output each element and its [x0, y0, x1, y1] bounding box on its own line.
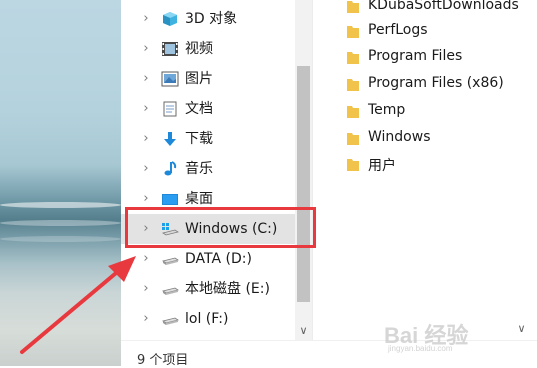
- nav-item-label: 桌面: [185, 191, 213, 207]
- nav-item-music[interactable]: › 音乐: [121, 154, 296, 184]
- folder-icon: [347, 23, 359, 38]
- nav-item-downloads[interactable]: › 下载: [121, 124, 296, 154]
- nav-scrollbar-thumb[interactable]: [297, 66, 310, 302]
- nav-item-data-d[interactable]: › DATA (D:): [121, 244, 296, 274]
- folder-icon: [347, 130, 359, 145]
- nav-item-local-disk-e[interactable]: › 本地磁盘 (E:): [121, 274, 296, 304]
- navigation-pane: › 3D 对象 › 视频 › 图片 › 文档 › 下载 › 音乐 › 桌面 › …: [121, 0, 312, 340]
- scroll-down-arrow-icon[interactable]: ∨: [295, 322, 312, 339]
- folder-name: Program Files: [368, 48, 463, 64]
- nav-item-label: Windows (C:): [185, 221, 278, 237]
- folder-icon: [347, 49, 359, 64]
- nav-item-label: 下载: [185, 131, 213, 147]
- nav-item-pictures[interactable]: › 图片: [121, 64, 296, 94]
- folder-icon: [347, 156, 359, 171]
- scroll-down-arrow-icon[interactable]: ∨: [513, 320, 530, 337]
- drive-icon: [161, 251, 179, 267]
- file-explorer-window: › 3D 对象 › 视频 › 图片 › 文档 › 下载 › 音乐 › 桌面 › …: [121, 0, 537, 368]
- 3d-objects-icon: [161, 11, 179, 27]
- status-bar: 9 个项目: [121, 340, 537, 368]
- chevron-right-icon[interactable]: ›: [139, 132, 153, 146]
- chevron-right-icon[interactable]: ›: [139, 282, 153, 296]
- content-pane: KDubaSoftDownloads PerfLogs Program File…: [313, 0, 537, 340]
- nav-item-label: DATA (D:): [185, 251, 252, 267]
- downloads-icon: [161, 131, 179, 147]
- folder-row[interactable]: Program Files: [313, 43, 537, 69]
- nav-item-label: 图片: [185, 71, 213, 87]
- chevron-right-icon[interactable]: ›: [139, 192, 153, 206]
- folder-name: 用户: [368, 158, 396, 174]
- folder-name: Windows: [368, 129, 431, 145]
- nav-item-label: 文档: [185, 101, 213, 117]
- nav-item-label: 视频: [185, 41, 213, 57]
- folder-name: KDubaSoftDownloads: [368, 0, 519, 13]
- windows-drive-icon: [161, 221, 179, 237]
- drive-icon: [161, 311, 179, 327]
- folder-name: Temp: [368, 102, 406, 118]
- nav-item-videos[interactable]: › 视频: [121, 34, 296, 64]
- pictures-icon: [161, 71, 179, 87]
- folder-icon: [347, 103, 359, 118]
- nav-item-lol-f[interactable]: › lol (F:): [121, 304, 296, 334]
- chevron-right-icon[interactable]: ›: [139, 162, 153, 176]
- folder-icon: [347, 76, 359, 91]
- nav-item-desktop[interactable]: › 桌面: [121, 184, 296, 214]
- folder-row[interactable]: 用户: [313, 150, 537, 176]
- folder-name: PerfLogs: [368, 22, 428, 38]
- desktop-icon: [161, 191, 179, 207]
- nav-item-label: lol (F:): [185, 311, 229, 327]
- videos-icon: [161, 41, 179, 57]
- folder-row[interactable]: KDubaSoftDownloads: [313, 0, 537, 18]
- folder-row[interactable]: Temp: [313, 97, 537, 123]
- chevron-right-icon[interactable]: ›: [139, 12, 153, 26]
- wallpaper-wave: [0, 220, 121, 226]
- nav-item-documents[interactable]: › 文档: [121, 94, 296, 124]
- chevron-right-icon[interactable]: ›: [139, 312, 153, 326]
- desktop-wallpaper: [0, 0, 121, 366]
- chevron-right-icon[interactable]: ›: [139, 222, 153, 236]
- wallpaper-wave: [0, 202, 121, 208]
- folder-icon: [347, 0, 359, 13]
- chevron-right-icon[interactable]: ›: [139, 72, 153, 86]
- drive-icon: [161, 281, 179, 297]
- nav-scrollbar[interactable]: ∨: [295, 0, 312, 340]
- folder-row[interactable]: Windows: [313, 124, 537, 150]
- folder-row[interactable]: PerfLogs: [313, 17, 537, 43]
- chevron-right-icon[interactable]: ›: [139, 102, 153, 116]
- chevron-right-icon[interactable]: ›: [139, 252, 153, 266]
- nav-item-label: 音乐: [185, 161, 213, 177]
- nav-item-label: 本地磁盘 (E:): [185, 281, 270, 297]
- folder-row[interactable]: Program Files (x86): [313, 70, 537, 96]
- documents-icon: [161, 101, 179, 117]
- item-count: 9 个项目: [137, 353, 189, 368]
- wallpaper-wave: [0, 236, 121, 242]
- nav-item-label: 3D 对象: [185, 11, 238, 27]
- folder-name: Program Files (x86): [368, 75, 504, 91]
- nav-item-3d-objects[interactable]: › 3D 对象: [121, 4, 296, 34]
- chevron-right-icon[interactable]: ›: [139, 42, 153, 56]
- nav-item-windows-c[interactable]: › Windows (C:): [121, 214, 296, 244]
- music-icon: [161, 161, 179, 177]
